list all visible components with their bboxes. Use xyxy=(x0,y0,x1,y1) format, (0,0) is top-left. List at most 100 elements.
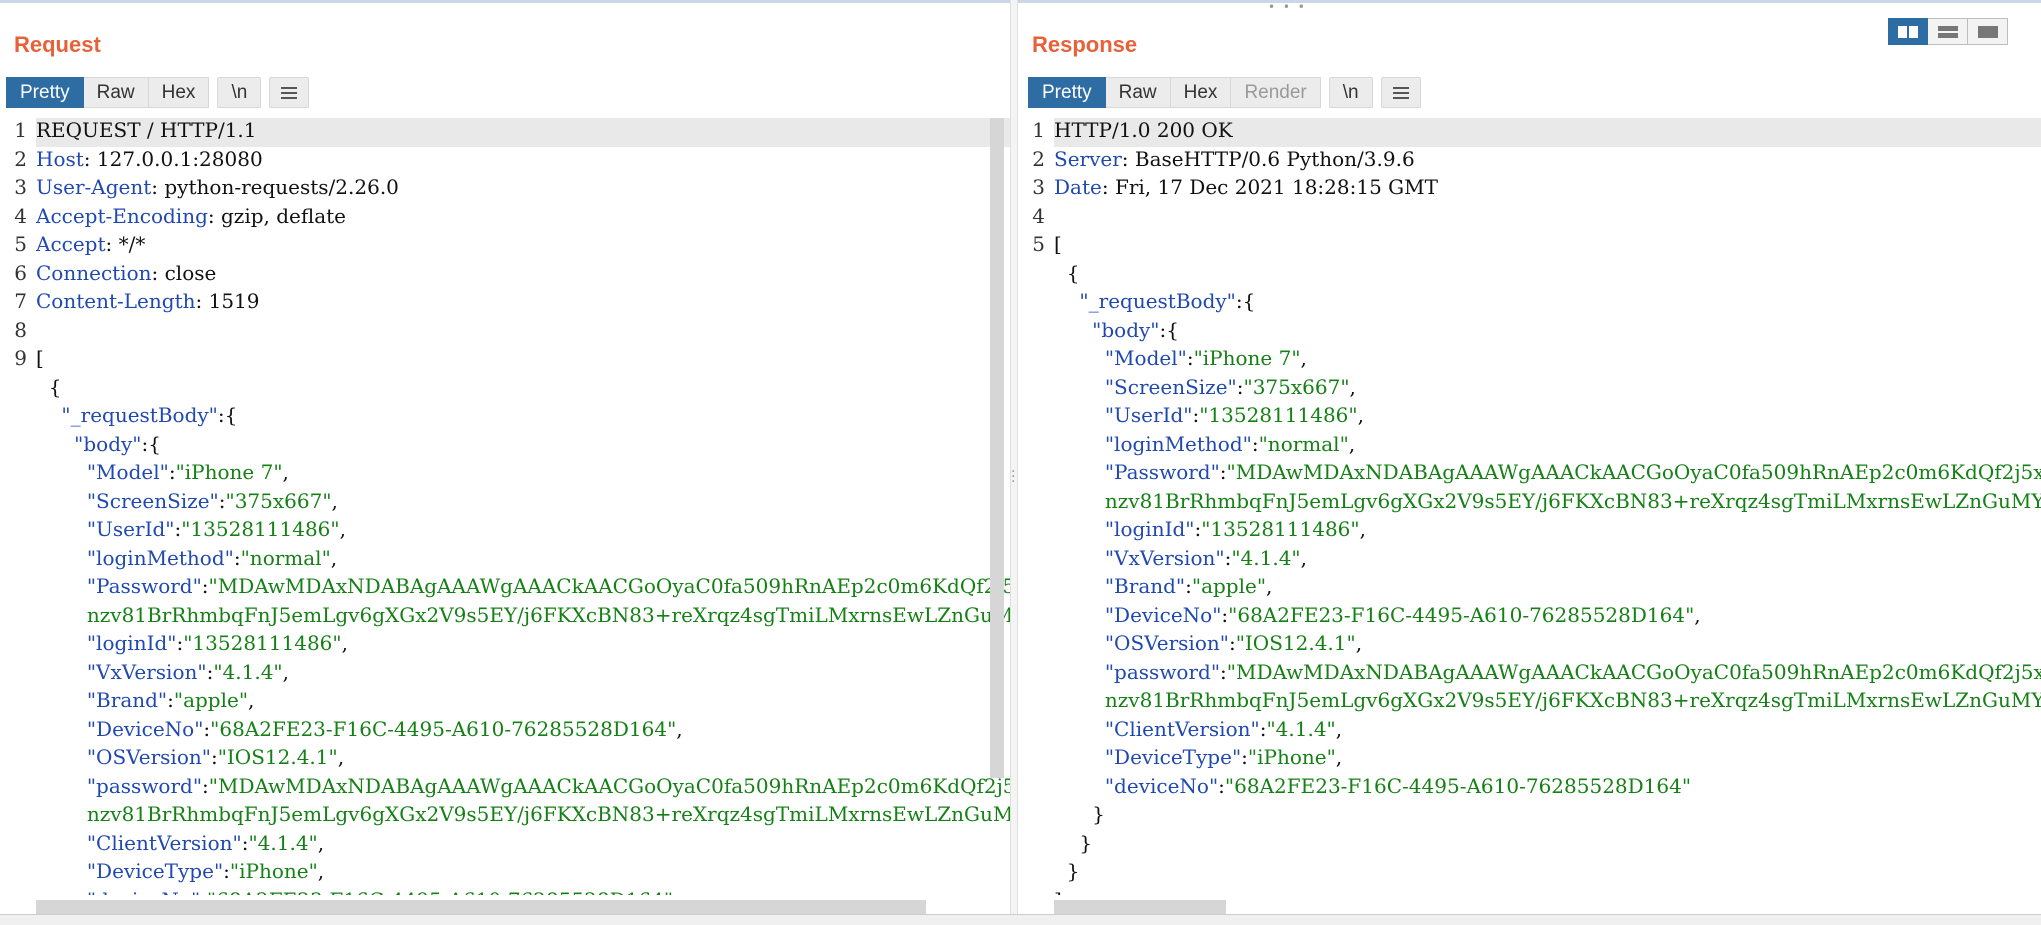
code-text: : xyxy=(1251,431,1259,456)
code-line: "Model":"iPhone 7", xyxy=(1054,346,2041,375)
line-number xyxy=(1018,888,1048,896)
code-line: "loginId":"13528111486", xyxy=(1054,517,2041,546)
code-value: "68A2FE23-F16C-4495-A610-76285528D164" xyxy=(1224,773,1692,798)
response-tab-hex[interactable]: Hex xyxy=(1170,77,1232,108)
code-line: "_requestBody":{ xyxy=(1054,289,2041,318)
response-code[interactable]: HTTP/1.0 200 OK Server: BaseHTTP/0.6 Pyth… xyxy=(1054,118,2041,895)
request-newline-toggle[interactable]: \n xyxy=(217,77,262,108)
response-view-tabs: Pretty Raw Hex Render \n xyxy=(1028,77,1421,108)
line-number xyxy=(0,489,30,518)
code-text: , xyxy=(317,830,325,855)
code-key: Host xyxy=(36,146,84,171)
code-text: :{ xyxy=(1235,289,1256,313)
request-vertical-scrollbar[interactable] xyxy=(990,118,1004,778)
line-number: 2 xyxy=(1032,146,1045,171)
code-text: , xyxy=(1348,431,1356,456)
line-number xyxy=(0,888,30,896)
line-number: 3 xyxy=(1032,175,1045,199)
code-line: "_requestBody":{ xyxy=(36,403,1010,432)
response-editor[interactable]: 1 2 3 4 5 HTTP/1.0 200 OK Server: BaseHTTP/0.… xyxy=(1018,118,2041,895)
code-text: , xyxy=(317,859,325,883)
code-text: } xyxy=(1054,830,1093,855)
code-key: "deviceNo" xyxy=(36,888,200,896)
line-number xyxy=(0,802,30,831)
response-menu-button[interactable] xyxy=(1380,77,1421,108)
code-line: "DeviceNo":"68A2FE23-F16C-4495-A610-7628… xyxy=(36,717,1010,746)
line-number xyxy=(1018,859,1048,888)
line-number: 5 xyxy=(1032,232,1045,256)
request-editor[interactable]: 1 2 3 4 5 6 7 8 9 REQUEST / HTTP/1.1 Host: 127.0.… xyxy=(0,118,1010,895)
request-tab-hex[interactable]: Hex xyxy=(148,77,210,108)
code-line: "deviceNo":"68A2FE23-F16C-4495-A610-7628… xyxy=(36,888,1010,896)
code-line: "loginMethod":"normal", xyxy=(36,546,1010,575)
code-line: "VxVersion":"4.1.4", xyxy=(36,660,1010,689)
request-tab-pretty[interactable]: Pretty xyxy=(6,77,84,108)
code-line: Date: Fri, 17 Dec 2021 18:28:15 GMT xyxy=(1054,175,2041,204)
code-key: "Brand" xyxy=(36,688,168,712)
code-text: , xyxy=(1300,545,1307,570)
code-key: "OSVersion" xyxy=(36,745,211,769)
code-key: "deviceNo" xyxy=(1054,773,1219,798)
code-text: } xyxy=(1054,802,1105,826)
line-number xyxy=(0,774,30,803)
code-key: "body" xyxy=(36,431,142,456)
line-number xyxy=(1018,831,1048,860)
request-code[interactable]: REQUEST / HTTP/1.1 Host: 127.0.0.1:28080 U… xyxy=(36,118,1010,895)
code-key: "ScreenSize" xyxy=(36,488,219,513)
code-text: REQUEST / HTTP/1.1 xyxy=(36,118,257,142)
line-number xyxy=(1018,802,1048,831)
code-value: "normal" xyxy=(240,545,331,570)
response-tab-raw[interactable]: Raw xyxy=(1105,77,1171,108)
line-number xyxy=(1018,774,1048,803)
code-line: "UserId":"13528111486", xyxy=(1054,403,2041,432)
code-key: "password" xyxy=(36,773,203,798)
response-pane: Response Pretty Raw Hex Render \n 1 2 3 4 5 … xyxy=(1018,0,2041,924)
code-line: "Password":"MDAwMDAxNDABAgAAAWgAAACkAACG… xyxy=(1054,460,2041,489)
layout-split-columns-button[interactable] xyxy=(1888,18,1928,45)
code-text: :{ xyxy=(1159,317,1179,342)
response-tab-render[interactable]: Render xyxy=(1231,77,1321,108)
line-number: 4 xyxy=(14,203,27,228)
code-text: : xyxy=(218,488,226,513)
layout-split-rows-button[interactable] xyxy=(1928,18,1968,45)
code-value: "iPhone" xyxy=(229,859,318,883)
line-number xyxy=(1018,460,1048,489)
response-tab-pretty[interactable]: Pretty xyxy=(1028,77,1106,108)
line-number xyxy=(0,717,30,746)
layout-single-pane-button[interactable] xyxy=(1968,18,2008,45)
divider-grip-icon[interactable]: · · · xyxy=(1011,465,1015,489)
code-text: : xyxy=(223,859,230,883)
line-number xyxy=(0,375,30,404)
code-text: : xyxy=(1219,460,1227,484)
code-text: , xyxy=(1349,374,1356,399)
response-newline-toggle[interactable]: \n xyxy=(1328,77,1373,108)
line-number xyxy=(1018,517,1048,546)
split-columns-icon xyxy=(1898,25,1918,38)
code-line: "DeviceType":"iPhone", xyxy=(36,859,1010,888)
code-value: "4.1.4" xyxy=(1231,545,1301,570)
request-menu-button[interactable] xyxy=(269,77,310,108)
line-number xyxy=(1018,717,1048,746)
line-number xyxy=(0,745,30,774)
code-text: , xyxy=(1300,346,1307,370)
line-number xyxy=(1018,403,1048,432)
line-number xyxy=(1018,346,1048,375)
request-tab-raw[interactable]: Raw xyxy=(83,77,149,108)
code-value: nzv81BrRhmbqFnJ5emLgv6gXGx2V9s5EY/j6FKXc… xyxy=(36,802,1010,826)
pane-divider[interactable] xyxy=(1010,0,1018,924)
code-text: , xyxy=(1266,574,1273,598)
request-horizontal-scrollbar[interactable] xyxy=(36,900,926,914)
code-line: "body":{ xyxy=(1054,318,2041,347)
code-text: , xyxy=(248,688,255,712)
code-text: : xyxy=(1220,659,1227,684)
code-value: "4.1.4" xyxy=(213,659,283,684)
code-key: Connection xyxy=(36,260,152,285)
code-text: { xyxy=(36,374,62,399)
response-horizontal-scrollbar[interactable] xyxy=(1054,900,1226,914)
code-key: "Brand" xyxy=(1054,574,1186,598)
line-number xyxy=(0,403,30,432)
code-value: "MDAwMDAxNDABAgAAAWgAAACkAACGoOyaC0fa509… xyxy=(208,574,1010,598)
line-number xyxy=(1018,375,1048,404)
